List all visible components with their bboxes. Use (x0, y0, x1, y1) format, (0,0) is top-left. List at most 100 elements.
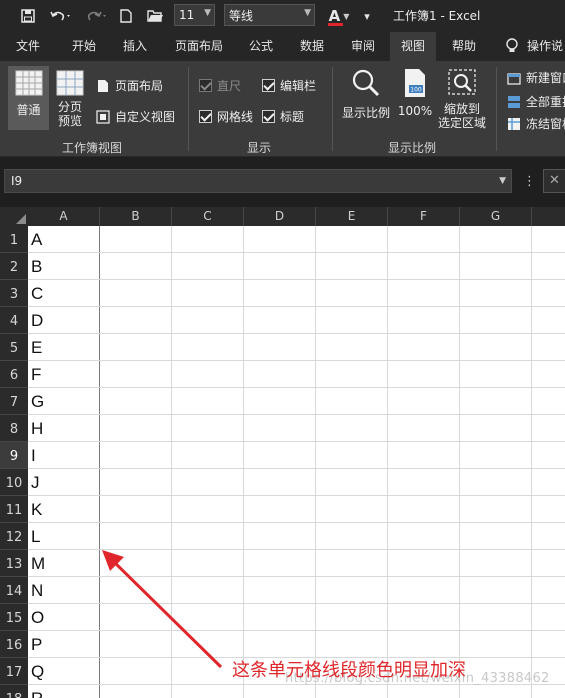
tab-file[interactable]: 文件 (0, 32, 56, 61)
row-header[interactable]: 4 (0, 307, 28, 334)
cell-a[interactable]: N (31, 577, 43, 604)
new-file-icon[interactable] (118, 4, 134, 28)
row-header[interactable]: 18 (0, 685, 28, 698)
zoom-100-button[interactable]: 100 100% (396, 66, 434, 130)
zoom-100-icon: 100 (405, 69, 425, 97)
row-header[interactable]: 8 (0, 415, 28, 442)
row-header[interactable]: 12 (0, 523, 28, 550)
cell-a[interactable]: B (31, 253, 42, 280)
font-name-value: 等线 (229, 8, 254, 23)
gridline (459, 226, 460, 698)
gridline (28, 522, 565, 523)
more-options-icon[interactable]: ⋮ (523, 174, 536, 189)
column-header-h[interactable] (532, 207, 565, 226)
cell-a[interactable]: Q (31, 658, 44, 685)
font-name-combo[interactable]: 等线 ▼ (224, 4, 315, 26)
column-header-a[interactable]: A (28, 207, 100, 226)
name-box[interactable]: I9 ▼ (4, 169, 512, 193)
freeze-panes-label: 冻结窗格 (526, 117, 565, 131)
row-header[interactable]: 17 (0, 658, 28, 685)
checkbox-checked-icon (199, 110, 212, 123)
column-header-b[interactable]: B (100, 207, 172, 226)
column-header-g[interactable]: G (460, 207, 532, 226)
zoom-button[interactable]: 显示比例 (339, 66, 393, 130)
normal-view-button[interactable]: 普通 (8, 66, 49, 130)
tab-home[interactable]: 开始 (56, 32, 112, 61)
new-window-button[interactable]: 新建窗口 (507, 69, 565, 86)
tab-data[interactable]: 数据 (290, 32, 334, 61)
cancel-icon[interactable]: ✕ (543, 169, 565, 193)
tab-tell-me[interactable]: 操作说 (527, 32, 565, 61)
column-header-f[interactable]: F (388, 207, 460, 226)
ruler-checkbox[interactable]: 直尺 (199, 77, 241, 94)
tab-insert[interactable]: 插入 (112, 32, 158, 61)
row-header[interactable]: 13 (0, 550, 28, 577)
row-header[interactable]: 3 (0, 280, 28, 307)
undo-icon[interactable] (48, 4, 74, 28)
tab-view[interactable]: 视图 (390, 32, 436, 61)
custom-views-button[interactable]: 自定义视图 (96, 108, 175, 125)
zoom-to-selection-button[interactable]: 缩放到 选定区域 (434, 66, 490, 136)
lightbulb-icon[interactable] (505, 38, 519, 54)
cell-a[interactable]: G (31, 388, 44, 415)
page-layout-label: 页面布局 (115, 79, 164, 93)
gridline (171, 226, 172, 698)
cell-a[interactable]: C (31, 280, 43, 307)
cell-a[interactable]: F (31, 361, 41, 388)
row-header[interactable]: 1 (0, 226, 28, 253)
svg-text:100: 100 (410, 87, 422, 94)
tab-review[interactable]: 审阅 (342, 32, 384, 61)
cell-a[interactable]: J (31, 469, 40, 496)
save-icon[interactable] (18, 4, 38, 28)
row-header[interactable]: 15 (0, 604, 28, 631)
page-break-preview-button[interactable]: 分页 预览 (52, 66, 88, 136)
row-header[interactable]: 9 (0, 442, 28, 469)
row-header[interactable]: 6 (0, 361, 28, 388)
zoom-100-label: 100% (397, 104, 433, 118)
font-size-combo[interactable]: 11 ▼ (174, 4, 215, 26)
gridlines-checkbox[interactable]: 网格线 (199, 108, 253, 125)
redo-icon[interactable] (84, 4, 110, 28)
cell-a[interactable]: K (31, 496, 42, 523)
row-header[interactable]: 16 (0, 631, 28, 658)
row-header[interactable]: 5 (0, 334, 28, 361)
gridline (28, 495, 565, 496)
row-header[interactable]: 11 (0, 496, 28, 523)
cell-a[interactable]: D (31, 307, 43, 334)
row-header[interactable]: 7 (0, 388, 28, 415)
cell-a[interactable]: H (31, 415, 43, 442)
row-header[interactable]: 14 (0, 577, 28, 604)
gridline (28, 333, 565, 334)
select-all-corner[interactable] (0, 207, 28, 226)
freeze-panes-button[interactable]: 冻结窗格 (507, 115, 565, 132)
cell-a[interactable]: I (31, 442, 36, 469)
open-folder-icon[interactable] (145, 4, 165, 28)
cell-a[interactable]: O (31, 604, 44, 631)
tab-formulas[interactable]: 公式 (240, 32, 282, 61)
column-header-c[interactable]: C (172, 207, 244, 226)
cell-a[interactable]: E (31, 334, 42, 361)
page-layout-view-button[interactable]: 页面布局 (96, 77, 163, 94)
formula-bar-checkbox[interactable]: 编辑栏 (262, 77, 316, 94)
cell-a[interactable]: A (31, 226, 42, 253)
row-header[interactable]: 10 (0, 469, 28, 496)
worksheet-grid[interactable]: A B C D E F G 1 A 2 B 3 C 4 D 5 E 6 F 7 G 8 H 9 I 10 J 11 K 12… (0, 207, 565, 698)
customize-qat-icon[interactable]: ▾ (360, 4, 374, 28)
chevron-down-icon: ▼ (304, 8, 311, 18)
column-header-e[interactable]: E (316, 207, 388, 226)
font-color-button[interactable]: A ▼ (325, 4, 353, 28)
arrange-all-button[interactable]: 全部重排 (507, 93, 565, 110)
row-header[interactable]: 2 (0, 253, 28, 280)
tab-help[interactable]: 帮助 (442, 32, 486, 61)
chevron-down-icon[interactable]: ▼ (499, 170, 506, 192)
ribbon-view: 普通 分页 预览 页面布局 自定义视图 工作簿视图 直尺 编辑栏 网格线 标题 … (0, 61, 565, 157)
cell-a[interactable]: R (31, 685, 43, 698)
zoom-selection-icon (448, 69, 476, 95)
cell-a[interactable]: P (31, 631, 42, 658)
column-header-d[interactable]: D (244, 207, 316, 226)
headings-checkbox[interactable]: 标题 (262, 108, 304, 125)
cell-a[interactable]: L (31, 523, 40, 550)
tab-page-layout[interactable]: 页面布局 (166, 32, 232, 61)
cell-a[interactable]: M (31, 550, 45, 577)
gridline (243, 226, 244, 698)
